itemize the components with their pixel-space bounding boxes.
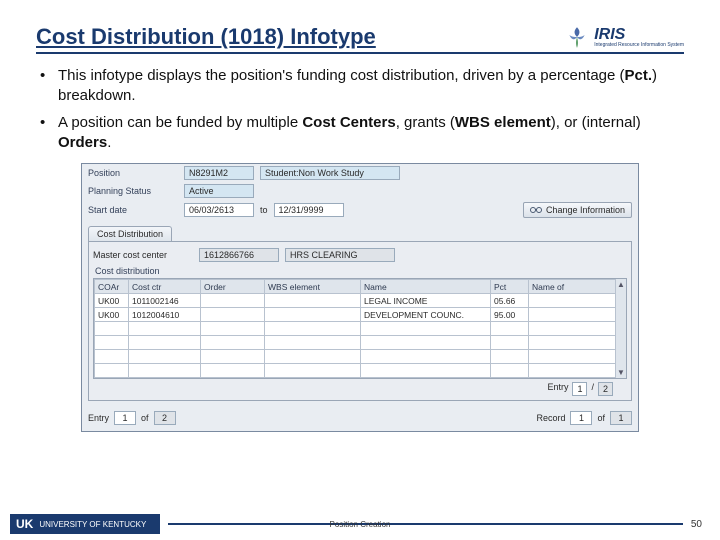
col-pct[interactable]: Pct — [491, 280, 529, 294]
position-code-field[interactable]: N8291M2 — [184, 166, 254, 180]
table-row[interactable]: UK00 1011002146 LEGAL INCOME 05.66 — [95, 294, 626, 308]
master-cc-name-field: HRS CLEARING — [285, 248, 395, 262]
entry-top-tot: 2 — [598, 382, 613, 396]
record-of-label: of — [597, 413, 605, 423]
scroll-up-icon[interactable]: ▲ — [617, 280, 625, 289]
group-label: Cost distribution — [93, 264, 627, 278]
table-scrollbar[interactable]: ▲ ▼ — [615, 279, 626, 378]
table-row[interactable] — [95, 322, 626, 336]
col-name[interactable]: Name — [361, 280, 491, 294]
master-cc-code-field: 1612866766 — [199, 248, 279, 262]
bullet-1: This infotype displays the position's fu… — [40, 66, 684, 107]
entry-label: Entry — [88, 413, 109, 423]
cost-table-wrap: COAr Cost ctr Order WBS element Name Pct… — [93, 278, 627, 379]
cost-table: COAr Cost ctr Order WBS element Name Pct… — [94, 279, 626, 378]
planning-status-field: Active — [184, 184, 254, 198]
entry-top-row: Entry 1 / 2 — [93, 379, 627, 396]
col-coar[interactable]: COAr — [95, 280, 129, 294]
entry-top-cur[interactable]: 1 — [572, 382, 587, 396]
col-cost-ctr[interactable]: Cost ctr — [129, 280, 201, 294]
page-number: 50 — [691, 519, 702, 530]
planning-status-label: Planning Status — [88, 186, 178, 196]
slide-title: Cost Distribution (1018) Infotype — [36, 24, 376, 50]
table-header-row: COAr Cost ctr Order WBS element Name Pct… — [95, 280, 626, 294]
footer-separator — [168, 523, 683, 525]
iris-flower-icon — [564, 24, 590, 50]
end-date-field[interactable]: 12/31/9999 — [274, 203, 344, 217]
table-row[interactable] — [95, 336, 626, 350]
table-row[interactable] — [95, 364, 626, 378]
glasses-icon — [530, 206, 542, 214]
position-text-field: Student:Non Work Study — [260, 166, 400, 180]
uk-logo: UK UNIVERSITY OF KENTUCKY — [10, 514, 160, 534]
uk-university-text: UNIVERSITY OF KENTUCKY — [39, 520, 146, 529]
master-cc-label: Master cost center — [93, 250, 193, 260]
start-date-field[interactable]: 06/03/2613 — [184, 203, 254, 217]
record-label: Record — [536, 413, 565, 423]
table-row[interactable]: UK00 1012004610 DEVELOPMENT COUNC. 95.00 — [95, 308, 626, 322]
record-tot-field: 1 — [610, 411, 632, 425]
table-row[interactable] — [95, 350, 626, 364]
sap-panel: Position N8291M2 Student:Non Work Study … — [81, 163, 639, 432]
iris-subtext: Integrated Resource Information System — [594, 43, 684, 48]
start-date-label: Start date — [88, 205, 178, 215]
title-row: Cost Distribution (1018) Infotype IRIS I… — [36, 24, 684, 54]
to-label: to — [260, 205, 268, 215]
uk-mark: UK — [16, 517, 33, 531]
col-order[interactable]: Order — [201, 280, 265, 294]
entry-tot-field: 2 — [154, 411, 176, 425]
col-name-of[interactable]: Name of — [529, 280, 626, 294]
tab-body: Master cost center 1612866766 HRS CLEARI… — [88, 241, 632, 401]
record-cur-field[interactable]: 1 — [570, 411, 592, 425]
change-info-button[interactable]: Change Information — [523, 202, 632, 218]
entry-cur-field[interactable]: 1 — [114, 411, 136, 425]
slide-footer: UK UNIVERSITY OF KENTUCKY Position Creat… — [0, 514, 720, 534]
tab-cost-distribution[interactable]: Cost Distribution — [88, 226, 172, 241]
iris-logo: IRIS Integrated Resource Information Sys… — [564, 24, 684, 50]
bullet-2: A position can be funded by multiple Cos… — [40, 113, 684, 154]
panel-footer: Entry 1 of 2 Record 1 of 1 — [82, 407, 638, 431]
bullet-list: This infotype displays the position's fu… — [36, 66, 684, 153]
footer-center-text: Position Creation — [330, 520, 391, 529]
iris-text: IRIS — [594, 27, 684, 43]
position-label: Position — [88, 168, 178, 178]
col-wbs[interactable]: WBS element — [265, 280, 361, 294]
entry-of-label: of — [141, 413, 149, 423]
scroll-down-icon[interactable]: ▼ — [617, 368, 625, 377]
